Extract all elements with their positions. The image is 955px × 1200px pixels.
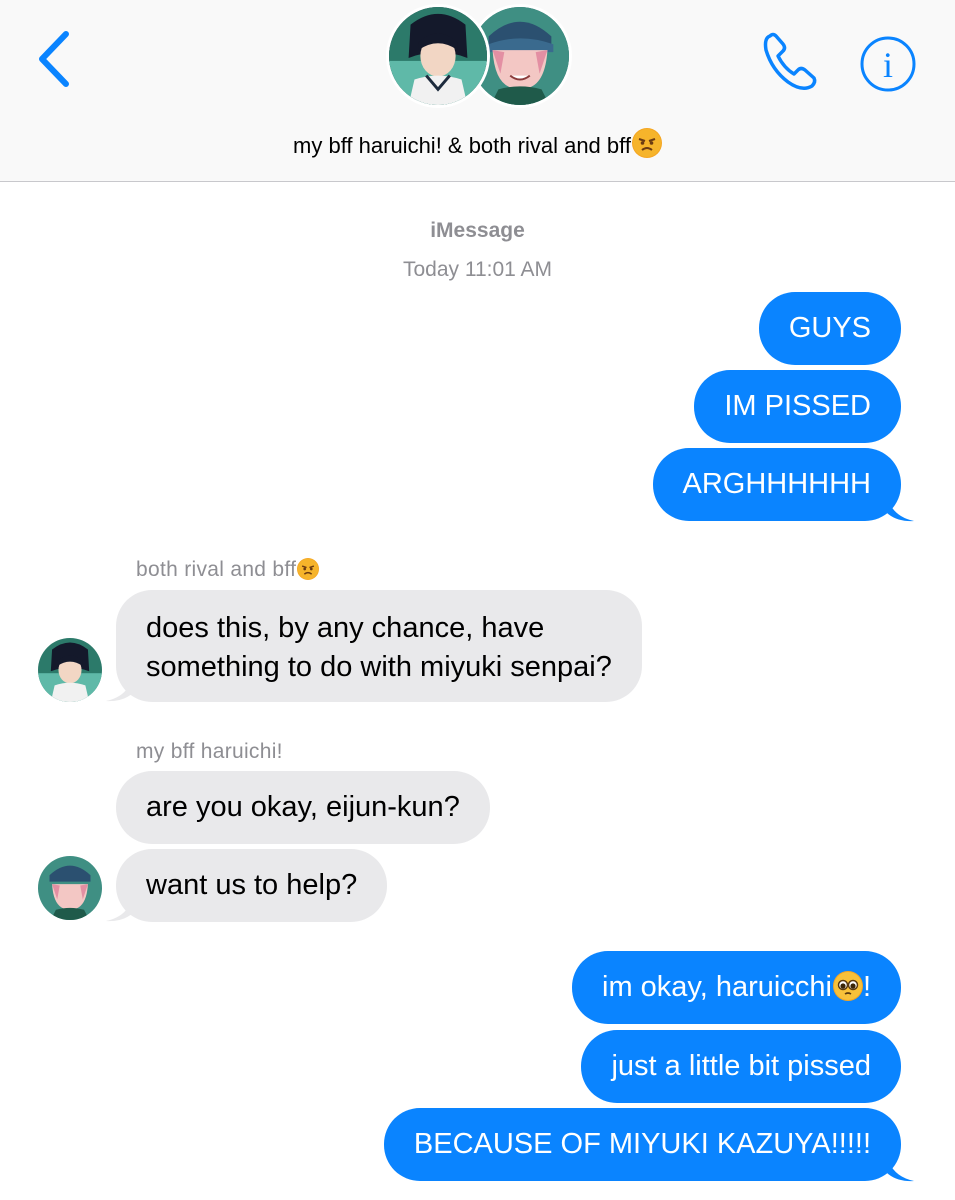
svg-text:i: i — [883, 45, 893, 85]
conversation-header: my bff haruichi! & both rival and bff i — [0, 0, 955, 182]
message-text-suffix: ! — [862, 971, 871, 1003]
service-label: iMessage — [430, 219, 525, 242]
bubble-tail — [106, 672, 134, 702]
bubble-tail — [886, 492, 914, 522]
message-text: just a little bit pissed — [611, 1050, 871, 1082]
message-text: are you okay, eijun-kun? — [146, 791, 460, 823]
phone-icon[interactable] — [758, 30, 824, 96]
message-bubble-incoming[interactable]: want us to help? — [116, 849, 388, 922]
avatar-both-rival-and-bff[interactable] — [38, 638, 102, 702]
bubble-tail — [886, 1152, 914, 1182]
info-icon[interactable]: i — [858, 34, 918, 94]
timestamp: Today 11:01 AM — [402, 258, 553, 281]
angry-face-icon — [631, 128, 662, 158]
message-bubble-outgoing[interactable]: ARGHHHHHH — [652, 448, 901, 521]
message-text: im okay, haruicchi — [602, 971, 832, 1003]
message-text: IM PISSED — [724, 390, 871, 422]
group-avatars[interactable] — [384, 0, 574, 115]
angry-face-icon — [297, 558, 320, 580]
message-bubble-outgoing[interactable]: just a little bit pissed — [581, 1030, 901, 1103]
avatar-both-rival-and-bff — [386, 4, 490, 108]
message-text: BECAUSE OF MIYUKI KAZUYA!!!!! — [413, 1128, 871, 1160]
message-text: ARGHHHHHH — [682, 468, 872, 500]
message-text-line: something to do with miyuki senpai? — [146, 651, 612, 683]
bubble-tail — [106, 892, 134, 922]
message-bubble-incoming[interactable]: does this, by any chance, have something… — [116, 590, 642, 702]
message-bubble-outgoing[interactable]: IM PISSED — [694, 370, 901, 443]
sender-label: both rival and bff — [136, 558, 320, 582]
message-bubble-outgoing[interactable]: im okay, haruicchi! — [572, 951, 901, 1024]
message-bubble-outgoing[interactable]: GUYS — [758, 292, 901, 365]
message-text: want us to help? — [146, 869, 358, 901]
chevron-left-icon[interactable] — [30, 28, 78, 90]
message-text-line: does this, by any chance, have — [146, 612, 545, 644]
message-bubble-outgoing[interactable]: BECAUSE OF MIYUKI KAZUYA!!!!! — [383, 1108, 901, 1181]
avatar-my-bff-haruichi[interactable] — [38, 856, 102, 920]
conversation-title[interactable]: my bff haruichi! & both rival and bff — [0, 128, 955, 159]
message-bubble-incoming[interactable]: are you okay, eijun-kun? — [116, 771, 490, 844]
sender-label: my bff haruichi! — [136, 740, 283, 763]
conversation-title-text: my bff haruichi! & both rival and bff — [293, 133, 631, 158]
pleading-face-icon — [832, 971, 863, 1001]
message-text: GUYS — [788, 312, 871, 344]
